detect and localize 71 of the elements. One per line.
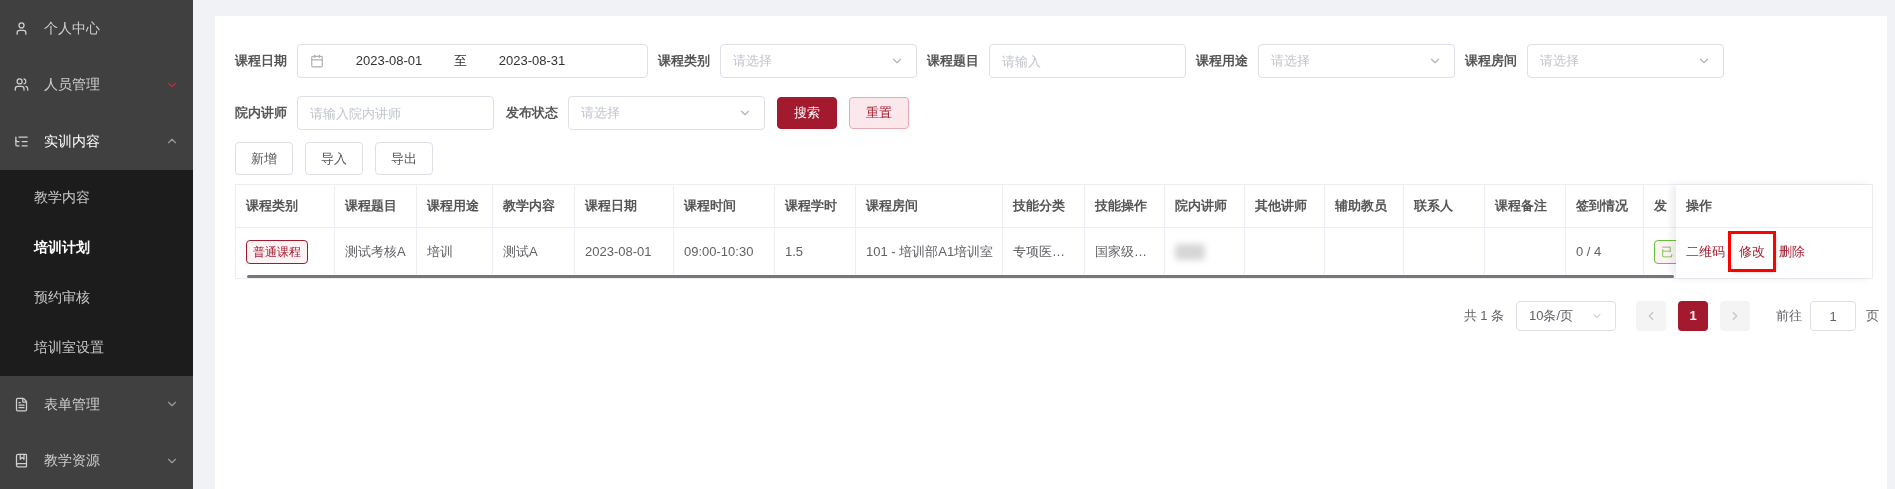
toolbar-button[interactable]: 导出: [375, 142, 433, 175]
total-count: 共 1 条: [1463, 307, 1504, 326]
table-cell-text: 0 / 4: [1576, 242, 1602, 261]
submenu-item[interactable]: 教学内容: [0, 172, 193, 223]
action-link[interactable]: 二维码: [1686, 241, 1725, 262]
column-header: 课程题目: [345, 197, 397, 216]
search-button[interactable]: 搜索: [777, 97, 837, 129]
submenu-item[interactable]: 培训室设置: [0, 322, 193, 373]
submenu-item[interactable]: 预约审核: [0, 272, 193, 323]
calendar-icon: [310, 54, 324, 68]
goto-suffix: 页: [1866, 307, 1879, 326]
input-field[interactable]: 请输入: [989, 44, 1186, 78]
filter-label: 课程用途: [1196, 52, 1248, 71]
menu-item[interactable]: 表单管理: [0, 375, 193, 433]
filter-label: 课程日期: [235, 52, 287, 71]
page-input[interactable]: 1: [1810, 301, 1856, 331]
column-header: 操作: [1686, 197, 1712, 216]
document-icon: [14, 396, 29, 412]
filter-label: 课程房间: [1465, 52, 1517, 71]
column-header: 课程类别: [246, 197, 298, 216]
tree-icon: [14, 134, 29, 149]
page-size-select[interactable]: 10条/页: [1516, 301, 1616, 331]
table-cell-text: 09:00-10:30: [684, 242, 754, 261]
table-cell-text: 测试考核A: [345, 242, 406, 261]
column-header: 辅助教员: [1335, 197, 1387, 216]
menu-item[interactable]: 人员管理: [0, 56, 193, 114]
status-tag: 已: [1654, 239, 1678, 264]
scrollbar[interactable]: [247, 275, 1674, 278]
filter-label: 课程题目: [927, 52, 979, 71]
filter-label: 院内讲师: [235, 104, 287, 123]
column-header: 发: [1654, 197, 1667, 216]
table-cell-text: 国家级…: [1095, 242, 1147, 261]
action-link[interactable]: 修改: [1731, 233, 1773, 270]
column-header: 教学内容: [503, 197, 555, 216]
submenu-item[interactable]: 培训计划: [0, 222, 193, 273]
input-field[interactable]: 请输入院内讲师: [297, 96, 494, 130]
column-header: 课程日期: [585, 197, 637, 216]
filter-label: 课程类别: [658, 52, 710, 71]
column-header: 课程备注: [1495, 197, 1547, 216]
date-range-field[interactable]: 2023-08-01 至 2023-08-31: [297, 44, 648, 78]
table-cell-text: 专项医…: [1013, 242, 1065, 261]
people-icon: [14, 77, 29, 93]
reset-button[interactable]: 重置: [849, 97, 909, 129]
person-icon: [14, 20, 29, 36]
table-cell-text: 测试A: [503, 242, 538, 261]
menu-item[interactable]: 个人中心: [0, 0, 193, 57]
table-cell-text: 2023-08-01: [585, 242, 652, 261]
goto-label: 前往: [1776, 307, 1802, 326]
toolbar-button[interactable]: 导入: [305, 142, 363, 175]
column-header: 签到情况: [1576, 197, 1628, 216]
table-cell-text: 培训: [427, 242, 453, 261]
column-header: 其他讲师: [1255, 197, 1307, 216]
column-header: 技能操作: [1095, 197, 1147, 216]
table-cell-text: 1.5: [785, 242, 804, 261]
column-header: 课程房间: [866, 197, 918, 216]
table-cell-text: 101 - 培训部A1培训室: [866, 242, 994, 261]
column-header: 技能分类: [1013, 197, 1065, 216]
column-header: 院内讲师: [1175, 197, 1227, 216]
blurred-name: [1175, 243, 1205, 260]
column-header: 课程时间: [684, 197, 736, 216]
menu-item[interactable]: 教学资源: [0, 432, 193, 489]
action-link[interactable]: 删除: [1779, 241, 1805, 262]
filter-label: 发布状态: [506, 104, 558, 123]
status-tag: 普通课程: [246, 239, 308, 264]
column-header: 课程用途: [427, 197, 479, 216]
book-icon: [14, 453, 29, 469]
column-header: 联系人: [1414, 197, 1453, 216]
toolbar-button[interactable]: 新增: [235, 142, 293, 175]
column-header: 课程学时: [785, 197, 837, 216]
page-button[interactable]: 1: [1678, 301, 1708, 331]
menu-item[interactable]: 实训内容: [0, 113, 193, 170]
